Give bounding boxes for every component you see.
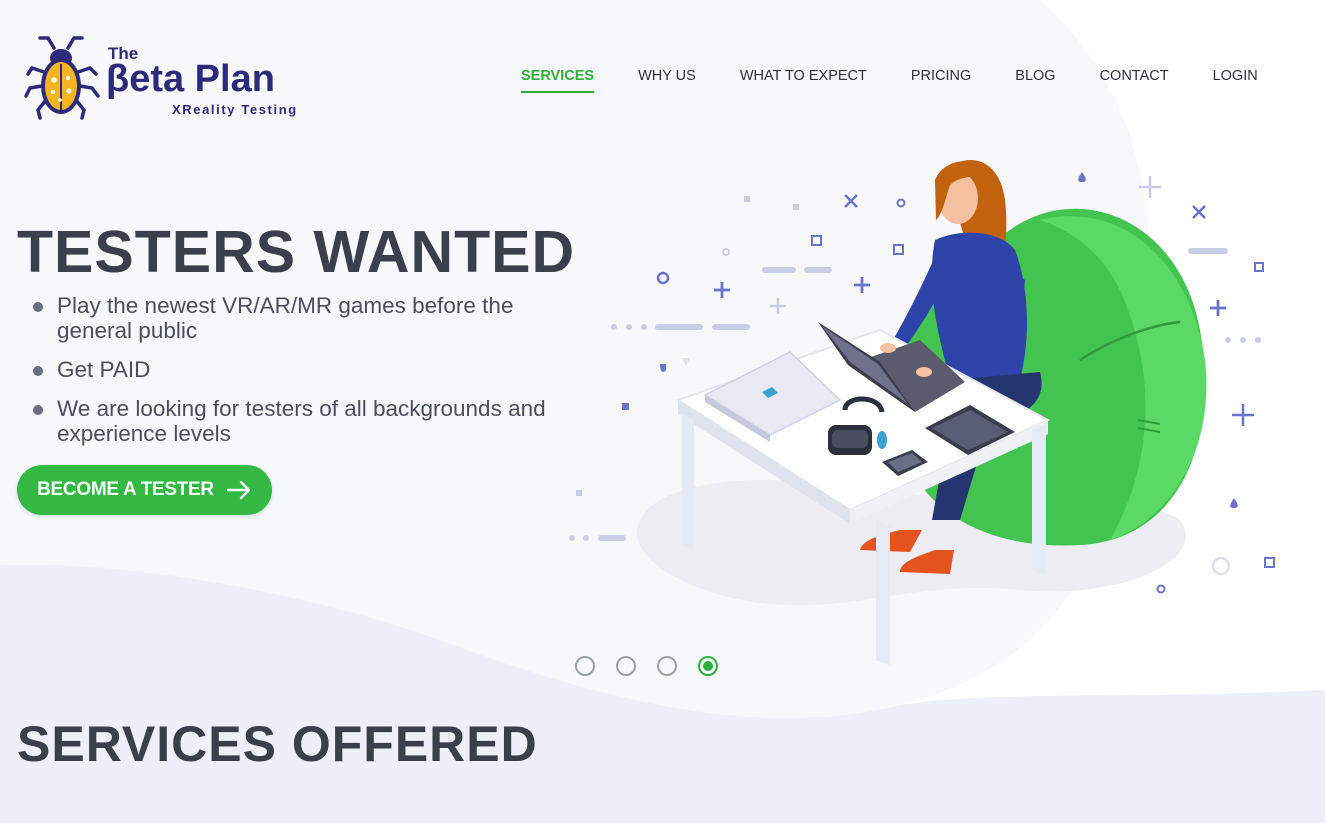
become-tester-button[interactable]: BECOME A TESTER [17, 465, 272, 515]
hero-bullet: We are looking for testers of all backgr… [33, 396, 573, 446]
become-tester-label: BECOME A TESTER [37, 479, 214, 500]
nav-login[interactable]: LOGIN [1213, 68, 1258, 93]
carousel-dot-4[interactable] [698, 656, 718, 676]
brand-name: βeta Plan [106, 58, 275, 100]
hero-illustration [569, 160, 1275, 665]
carousel-dot-2[interactable] [616, 656, 636, 676]
nav-contact[interactable]: CONTACT [1100, 68, 1169, 93]
hero-bullet: Get PAID [33, 357, 573, 382]
nav-why-us[interactable]: WHY US [638, 68, 696, 93]
nav-blog[interactable]: BLOG [1015, 68, 1055, 93]
carousel-dot-3[interactable] [657, 656, 677, 676]
hero-title: TESTERS WANTED [17, 219, 576, 285]
hero-bullet-list: Play the newest VR/AR/MR games before th… [33, 293, 573, 460]
brand-tagline: XReality Testing [172, 102, 298, 117]
nav-what-to-expect[interactable]: WHAT TO EXPECT [740, 68, 867, 93]
main-nav: SERVICES WHY US WHAT TO EXPECT PRICING B… [521, 68, 1302, 93]
arrow-right-icon [226, 480, 251, 500]
bug-icon [24, 36, 100, 120]
carousel-dots [575, 656, 718, 676]
nav-services[interactable]: SERVICES [521, 68, 595, 93]
nav-pricing[interactable]: PRICING [911, 68, 971, 93]
brand-logo[interactable]: The βeta Plan XReality Testing [24, 34, 314, 124]
carousel-dot-1[interactable] [575, 656, 595, 676]
hero-bullet: Play the newest VR/AR/MR games before th… [33, 293, 573, 343]
services-section-title: SERVICES OFFERED [17, 716, 538, 772]
